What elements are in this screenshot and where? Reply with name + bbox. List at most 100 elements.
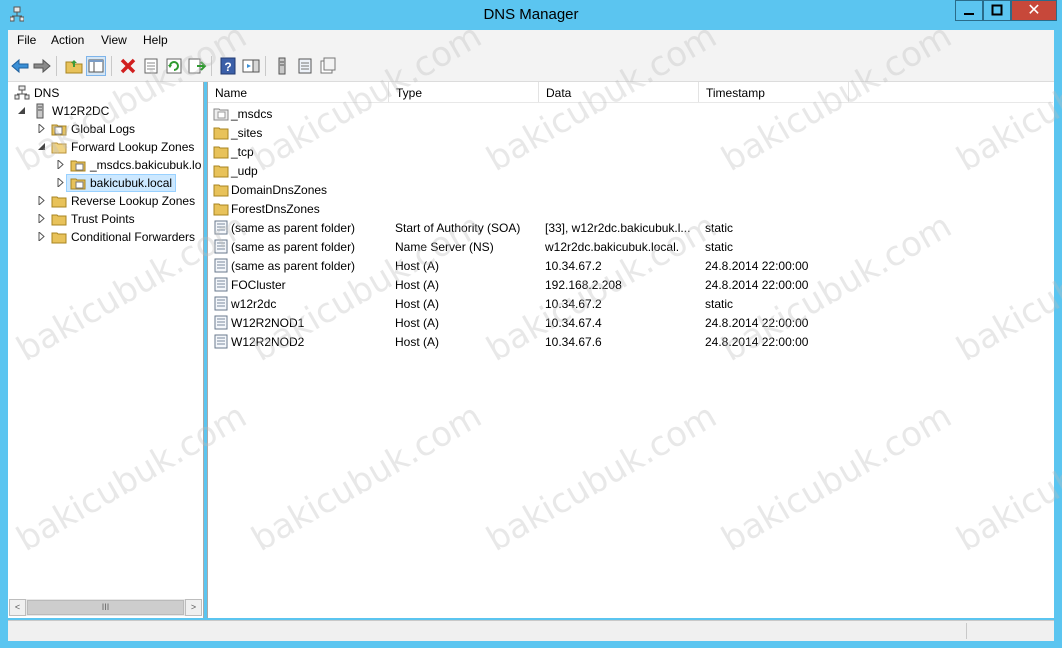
- list-row[interactable]: FOCluster Host (A) 192.168.2.208 24.8.2014 …: [208, 275, 1053, 294]
- minimize-icon: [964, 13, 974, 15]
- console-tree[interactable]: DNS W12R2DC Global Logs Forward Lookup Z…: [8, 82, 204, 618]
- cell-timestamp: static: [705, 240, 734, 254]
- cell-name: w12r2dc: [231, 297, 277, 311]
- tree-node-server[interactable]: W12R2DC: [12, 102, 192, 120]
- column-header-name[interactable]: Name: [208, 82, 389, 102]
- cell-timestamp: 24.8.2014 22:00:00: [705, 335, 809, 349]
- cell-data: [33], w12r2dc.bakicubuk.l...: [545, 221, 691, 235]
- cell-type: Host (A): [395, 259, 440, 273]
- menu-file[interactable]: File: [17, 33, 36, 47]
- cell-timestamp: static: [705, 297, 734, 311]
- collapsed-triangle-icon: [57, 160, 64, 169]
- list-row[interactable]: (same as parent folder) Host (A) 10.34.67.…: [208, 256, 1053, 275]
- cell-data: 10.34.67.2: [545, 259, 602, 273]
- refresh-icon[interactable]: [164, 56, 184, 76]
- list-row[interactable]: W12R2NOD1 Host (A) 10.34.67.4 24.8.2014 22:…: [208, 313, 1053, 332]
- expanded-triangle-icon: [18, 107, 25, 114]
- close-button[interactable]: ✕: [1011, 0, 1057, 21]
- tree-horizontal-scrollbar[interactable]: < III >: [9, 599, 202, 616]
- up-folder-icon[interactable]: [64, 56, 84, 76]
- cell-type: Host (A): [395, 297, 440, 311]
- list-row[interactable]: _msdcs: [208, 104, 1053, 123]
- tree-label-server: W12R2DC: [52, 104, 110, 118]
- close-icon: ✕: [1027, 2, 1041, 19]
- record-icon[interactable]: [318, 56, 338, 76]
- expanded-triangle-icon: [38, 143, 45, 150]
- folder-open-icon: [51, 142, 67, 154]
- cell-name: DomainDnsZones: [231, 183, 328, 197]
- cell-name: _tcp: [231, 145, 254, 159]
- toolbar: ?: [8, 51, 1054, 82]
- collapsed-triangle-icon: [38, 124, 45, 133]
- list-row[interactable]: _sites: [208, 123, 1053, 142]
- window-edge: [1054, 82, 1062, 618]
- menu-action[interactable]: Action: [51, 33, 84, 47]
- tree-node-global-logs[interactable]: Global Logs: [12, 120, 197, 138]
- zone-folder-icon: [70, 160, 86, 172]
- tree-node-msdcs-zone[interactable]: _msdcs.bakicubuk.lo: [12, 156, 201, 174]
- list-row[interactable]: (same as parent folder) Start of Authorit…: [208, 218, 1053, 237]
- cell-type: Host (A): [395, 335, 440, 349]
- tree-label-conditional-forwarders: Conditional Forwarders: [71, 230, 196, 244]
- record-icon: [214, 334, 228, 349]
- server-icon[interactable]: [272, 56, 292, 76]
- show-hide-console-tree-button[interactable]: [86, 56, 106, 76]
- tree-node-conditional-forwarders[interactable]: Conditional Forwarders: [12, 228, 202, 246]
- folder-icon: [213, 184, 229, 197]
- cell-name: (same as parent folder): [231, 240, 356, 254]
- cell-data: 10.34.67.6: [545, 335, 602, 349]
- folder-icon: [51, 232, 67, 244]
- column-header-timestamp[interactable]: Timestamp: [699, 82, 849, 102]
- results-list[interactable]: Name Type Data Timestamp _msdcs _sites _tc…: [207, 82, 1054, 618]
- tree-label-reverse-lookup-zones: Reverse Lookup Zones: [71, 194, 196, 208]
- tree-node-forward-lookup-zones[interactable]: Forward Lookup Zones: [12, 138, 200, 156]
- record-icon: [214, 239, 228, 254]
- menu-help[interactable]: Help: [143, 33, 168, 47]
- list-row[interactable]: W12R2NOD2 Host (A) 10.34.67.6 24.8.2014 22:…: [208, 332, 1053, 351]
- cell-timestamp: 24.8.2014 22:00:00: [705, 259, 809, 273]
- zone-icon[interactable]: [295, 56, 315, 76]
- delete-icon[interactable]: [118, 56, 138, 76]
- menu-bar: File Action View Help: [8, 30, 1054, 51]
- tree-node-bakicubuk-local[interactable]: bakicubuk.local: [12, 174, 200, 192]
- back-arrow-icon[interactable]: [10, 56, 30, 76]
- menu-view[interactable]: View: [101, 33, 127, 47]
- list-row[interactable]: DomainDnsZones: [208, 180, 1053, 199]
- logs-folder-icon: [51, 124, 67, 136]
- folder-icon: [213, 127, 229, 140]
- list-row[interactable]: w12r2dc Host (A) 10.34.67.2 static: [208, 294, 1053, 313]
- collapsed-triangle-icon: [38, 196, 45, 205]
- column-header-data[interactable]: Data: [539, 82, 699, 102]
- collapsed-triangle-icon: [38, 214, 45, 223]
- forward-arrow-icon[interactable]: [32, 56, 52, 76]
- export-list-icon[interactable]: [187, 56, 207, 76]
- list-row[interactable]: ForestDnsZones: [208, 199, 1053, 218]
- record-icon: [214, 220, 228, 235]
- list-row[interactable]: _tcp: [208, 142, 1053, 161]
- record-icon: [214, 296, 228, 311]
- cell-timestamp: static: [705, 221, 734, 235]
- cell-name: ForestDnsZones: [231, 202, 320, 216]
- tree-label-global-logs: Global Logs: [71, 122, 136, 136]
- scroll-thumb[interactable]: III: [27, 600, 184, 615]
- help-icon[interactable]: ?: [218, 56, 238, 76]
- minimize-button[interactable]: [955, 0, 983, 21]
- record-icon: [214, 277, 228, 292]
- cell-type: Name Server (NS): [395, 240, 494, 254]
- show-hide-action-pane-icon[interactable]: [241, 56, 261, 76]
- list-row[interactable]: _udp: [208, 161, 1053, 180]
- folder-icon: [213, 146, 229, 159]
- collapsed-triangle-icon: [38, 232, 45, 241]
- properties-icon[interactable]: [141, 56, 161, 76]
- tree-node-trust-points[interactable]: Trust Points: [12, 210, 200, 228]
- tree-label-trust-points: Trust Points: [71, 212, 135, 226]
- maximize-button[interactable]: [983, 0, 1011, 21]
- scroll-left-button[interactable]: <: [9, 599, 26, 616]
- tree-node-reverse-lookup-zones[interactable]: Reverse Lookup Zones: [12, 192, 200, 210]
- scroll-right-button[interactable]: >: [185, 599, 202, 616]
- list-row[interactable]: (same as parent folder) Name Server (NS) w…: [208, 237, 1053, 256]
- folder-icon: [213, 203, 229, 216]
- column-header-type[interactable]: Type: [389, 82, 539, 102]
- status-bar: [8, 620, 1054, 641]
- tree-node-dns[interactable]: DNS: [12, 84, 192, 102]
